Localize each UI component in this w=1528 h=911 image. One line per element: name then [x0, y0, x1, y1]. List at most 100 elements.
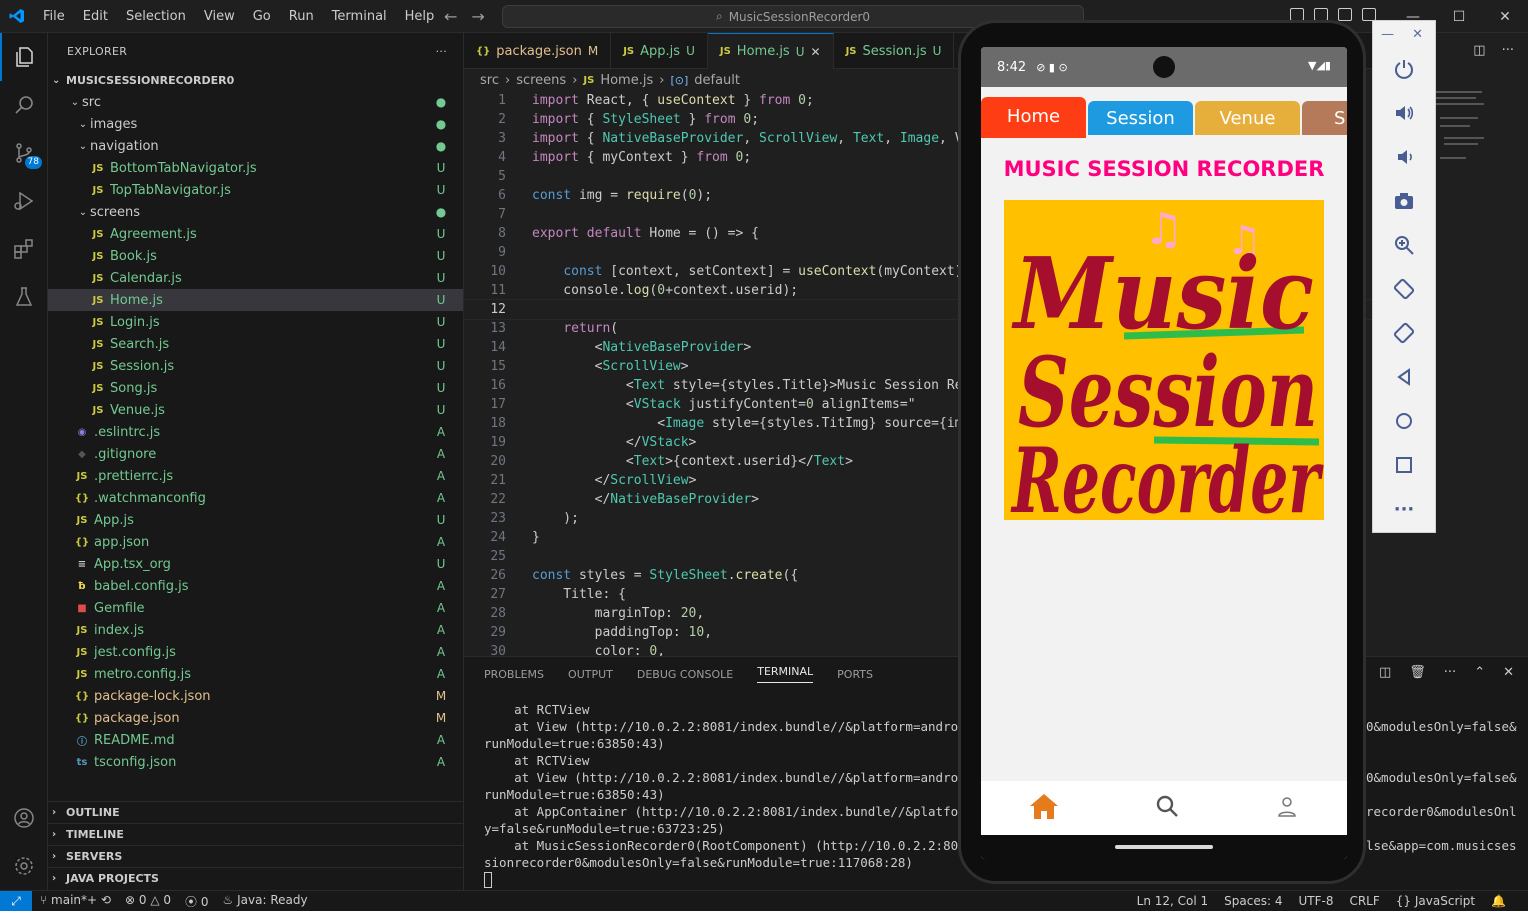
power-icon[interactable]	[1373, 47, 1435, 91]
menu-go[interactable]: Go	[244, 9, 280, 24]
tree-file[interactable]: JS Calendar.js U	[48, 267, 463, 289]
tree-file[interactable]: JS Book.js U	[48, 245, 463, 267]
tree-folder[interactable]: ⌄ images ●	[48, 113, 463, 135]
explorer-icon[interactable]	[0, 33, 48, 81]
close-panel-icon[interactable]: ✕	[1503, 665, 1514, 680]
top-tab-more[interactable]: S	[1302, 101, 1347, 135]
emulator-close-icon[interactable]: ✕	[1412, 27, 1423, 42]
back-triangle-icon[interactable]	[1373, 355, 1435, 399]
editor-tab[interactable]: JS Session.js U	[834, 33, 955, 69]
home-tab-icon[interactable]	[1029, 792, 1059, 824]
tree-file[interactable]: JS Search.js U	[48, 333, 463, 355]
profile-tab-icon[interactable]	[1275, 794, 1299, 822]
editor-tab[interactable]: {} package.json M	[464, 33, 612, 69]
tree-file[interactable]: ƀ babel.config.js A	[48, 575, 463, 597]
tree-file[interactable]: {} app.json A	[48, 531, 463, 553]
end-of-line[interactable]: CRLF	[1349, 894, 1379, 908]
settings-gear-icon[interactable]	[0, 842, 48, 890]
menu-edit[interactable]: Edit	[74, 9, 117, 24]
cursor-position[interactable]: Ln 12, Col 1	[1137, 894, 1209, 908]
file-encoding[interactable]: UTF-8	[1298, 894, 1333, 908]
tree-file[interactable]: JS Login.js U	[48, 311, 463, 333]
problems-status[interactable]: ⊗ 0 △ 0	[125, 893, 171, 910]
branch-status[interactable]: ⑂ main*+ ⟲	[40, 893, 111, 910]
tree-file[interactable]: JS Agreement.js U	[48, 223, 463, 245]
split-editor-icon[interactable]: ◫	[1473, 43, 1485, 58]
tree-file[interactable]: JS Venue.js U	[48, 399, 463, 421]
tree-file[interactable]: JS Session.js U	[48, 355, 463, 377]
tree-file[interactable]: {} package.json M	[48, 707, 463, 729]
section-servers[interactable]: › SERVERS	[48, 845, 464, 867]
indentation[interactable]: Spaces: 4	[1224, 894, 1282, 908]
tree-file[interactable]: JS .prettierrc.js A	[48, 465, 463, 487]
more-actions-icon[interactable]: ···	[1444, 665, 1456, 680]
volume-up-icon[interactable]	[1373, 91, 1435, 135]
editor-tab[interactable]: JS App.js U	[611, 33, 708, 69]
extended-controls-icon[interactable]: ···	[1373, 487, 1435, 531]
tree-file[interactable]: JS TopTabNavigator.js U	[48, 179, 463, 201]
tree-file[interactable]: ⓘ README.md A	[48, 729, 463, 751]
tree-file[interactable]: ts tsconfig.json A	[48, 751, 463, 773]
extensions-icon[interactable]	[0, 225, 48, 273]
forward-arrow-icon[interactable]: →	[471, 7, 484, 26]
search-view-icon[interactable]	[0, 81, 48, 129]
rotate-right-icon[interactable]	[1373, 311, 1435, 355]
close-window-icon[interactable]: ✕	[1482, 0, 1528, 33]
top-tab-venue[interactable]: Venue	[1195, 101, 1300, 135]
menu-file[interactable]: File	[34, 9, 74, 24]
tree-file[interactable]: ◉ .eslintrc.js A	[48, 421, 463, 443]
split-terminal-icon[interactable]: ◫	[1379, 665, 1391, 680]
tree-file[interactable]: JS BottomTabNavigator.js U	[48, 157, 463, 179]
maximize-panel-icon[interactable]: ⌃	[1474, 665, 1485, 680]
breadcrumb-screens[interactable]: screens	[516, 73, 566, 88]
more-actions-icon[interactable]: ···	[436, 45, 447, 58]
overview-square-icon[interactable]	[1373, 443, 1435, 487]
menu-help[interactable]: Help	[396, 9, 444, 24]
breadcrumb-src[interactable]: src	[480, 73, 499, 88]
menu-terminal[interactable]: Terminal	[323, 9, 396, 24]
menu-run[interactable]: Run	[280, 9, 323, 24]
section-outline[interactable]: › OUTLINE	[48, 801, 464, 823]
editor-more-actions-icon[interactable]: ···	[1502, 43, 1514, 58]
tree-file[interactable]: JS metro.config.js A	[48, 663, 463, 685]
account-icon[interactable]	[0, 794, 48, 842]
run-debug-icon[interactable]	[0, 177, 48, 225]
breadcrumb-file[interactable]: Home.js	[600, 73, 653, 88]
maximize-window-icon[interactable]: ☐	[1436, 0, 1482, 33]
language-mode[interactable]: {} JavaScript	[1396, 894, 1475, 908]
tree-file[interactable]: JS jest.config.js A	[48, 641, 463, 663]
tree-file[interactable]: ≡ App.tsx_org U	[48, 553, 463, 575]
home-gesture-pill[interactable]	[1115, 845, 1213, 849]
home-circle-icon[interactable]	[1373, 399, 1435, 443]
editor-tab[interactable]: JS Home.js U ✕	[707, 33, 834, 69]
toggle-secondary-sidebar-icon[interactable]	[1338, 8, 1352, 21]
tree-file[interactable]: JS App.js U	[48, 509, 463, 531]
notifications-bell-icon[interactable]: 🔔	[1491, 894, 1506, 908]
testing-flask-icon[interactable]	[0, 273, 48, 321]
screenshot-camera-icon[interactable]	[1373, 179, 1435, 223]
tree-folder[interactable]: ⌄ src ●	[48, 91, 463, 113]
tree-file[interactable]: ■ Gemfile A	[48, 597, 463, 619]
trash-icon[interactable]: 🗑	[1409, 665, 1426, 680]
tree-folder[interactable]: ⌄ screens ●	[48, 201, 463, 223]
section-timeline[interactable]: › TIMELINE	[48, 823, 464, 845]
panel-tab-output[interactable]: OUTPUT	[568, 668, 613, 681]
source-control-icon[interactable]: 78	[0, 129, 48, 177]
volume-down-icon[interactable]	[1373, 135, 1435, 179]
zoom-icon[interactable]	[1373, 223, 1435, 267]
workspace-root[interactable]: ⌄ MUSICSESSIONRECORDER0	[48, 69, 463, 91]
tree-file[interactable]: JS Song.js U	[48, 377, 463, 399]
tree-file[interactable]: JS Home.js U	[48, 289, 463, 311]
minimap[interactable]: ◫ ···	[1436, 33, 1528, 656]
menu-view[interactable]: View	[195, 9, 244, 24]
tree-file[interactable]: {} .watchmanconfig A	[48, 487, 463, 509]
tree-file[interactable]: {} package-lock.json M	[48, 685, 463, 707]
tree-folder[interactable]: ⌄ navigation ●	[48, 135, 463, 157]
panel-tab-problems[interactable]: PROBLEMS	[484, 668, 544, 681]
ports-status[interactable]: ⦿ 0	[185, 893, 208, 910]
back-arrow-icon[interactable]: ←	[444, 7, 457, 26]
top-tab-session[interactable]: Session	[1088, 101, 1193, 135]
phone-screen[interactable]: 8:42 ⊘ ▮ ⊙ ▼◢▮ Home Session Venue S MUSI…	[981, 47, 1347, 859]
close-tab-icon[interactable]: ✕	[811, 45, 821, 59]
java-status[interactable]: ♨ Java: Ready	[223, 893, 308, 910]
